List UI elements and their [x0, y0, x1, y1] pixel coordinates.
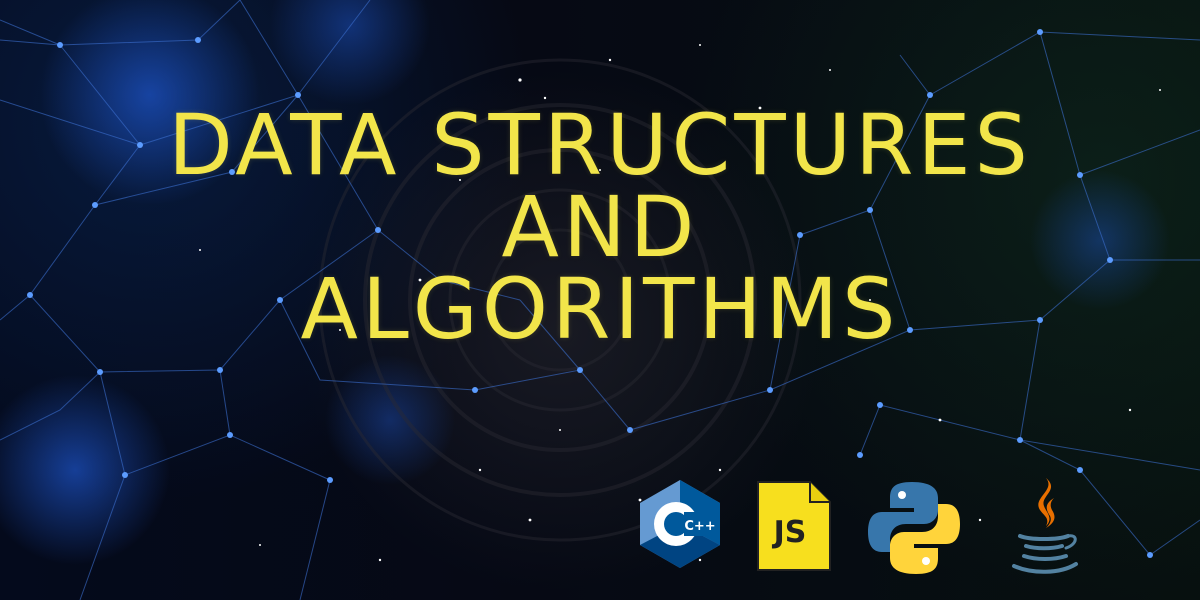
cpp-logo-label: C++	[684, 519, 715, 534]
javascript-logo-icon: JS	[757, 481, 831, 571]
title-line-1: DATA STRUCTURES	[168, 96, 1032, 194]
cpp-logo-icon: C++	[640, 480, 720, 568]
glow-orb	[0, 375, 170, 565]
title-line-2: AND	[501, 178, 699, 276]
page-title: DATA STRUCTURES AND ALGORITHMS	[0, 96, 1200, 358]
javascript-logo-label: JS	[772, 515, 807, 550]
title-line-3: ALGORITHMS	[300, 260, 900, 358]
banner: DATA STRUCTURES AND ALGORITHMS C++ JS	[0, 0, 1200, 600]
glow-orb	[325, 355, 455, 485]
language-logos: C++ JS	[630, 474, 1090, 584]
python-logo-icon	[868, 482, 960, 574]
java-logo-icon	[1012, 478, 1078, 574]
